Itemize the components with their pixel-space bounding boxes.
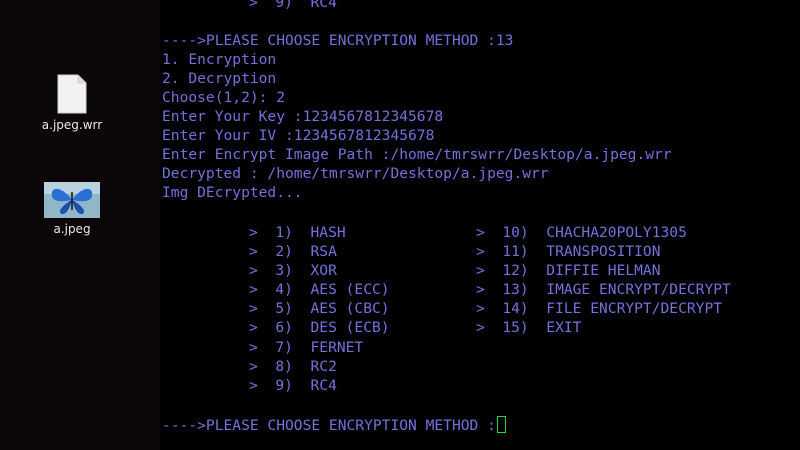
terminal-output-line: Enter Encrypt Image Path :/home/tmrswrr/…: [162, 146, 672, 163]
menu-item-partial: > 9) RC4: [249, 0, 337, 11]
terminal-output-line: 1. Encryption: [162, 51, 277, 68]
terminal-output-line: 2. Decryption: [162, 70, 277, 87]
terminal-output-line: Enter Your Key :1234567812345678: [162, 108, 444, 125]
desktop-icon-label: a.jpeg.wrr: [41, 118, 103, 132]
desktop-file-a-jpeg[interactable]: a.jpeg: [17, 182, 127, 236]
desktop-area: a.jpeg.wrr a.jpeg: [0, 0, 160, 450]
menu-item-right: > 11) TRANSPOSITION: [476, 243, 661, 260]
document-file-icon: [57, 74, 87, 114]
menu-item-left: > 3) XOR: [249, 262, 337, 279]
butterfly-image-thumbnail: [44, 182, 100, 218]
terminal-output-line: Choose(1,2): 2: [162, 89, 286, 106]
menu-item-right: > 10) CHACHA20POLY1305: [476, 224, 687, 241]
desktop-file-a-jpeg-wrr[interactable]: a.jpeg.wrr: [17, 74, 127, 132]
terminal-prompt-text: ---->PLEASE CHOOSE ENCRYPTION METHOD :: [162, 417, 496, 434]
menu-item-left: > 8) RC2: [249, 358, 337, 375]
menu-item-left: > 5) AES (CBC): [249, 300, 390, 317]
menu-item-left: > 2) RSA: [249, 243, 337, 260]
menu-item-left: > 9) RC4: [249, 377, 337, 394]
terminal-output-line: Img DEcrypted...: [162, 184, 303, 201]
menu-item-left: > 6) DES (ECB): [249, 319, 390, 336]
menu-item-right: > 12) DIFFIE HELMAN: [476, 262, 661, 279]
terminal-output-line: Enter Your IV :1234567812345678: [162, 127, 435, 144]
menu-item-right: > 15) EXIT: [476, 319, 582, 336]
menu-item-right: > 14) FILE ENCRYPT/DECRYPT: [476, 300, 723, 317]
menu-item-left: > 4) AES (ECC): [249, 281, 390, 298]
menu-item-left: > 1) HASH: [249, 224, 346, 241]
terminal-prompt-line[interactable]: ---->PLEASE CHOOSE ENCRYPTION METHOD :: [162, 416, 506, 435]
desktop-icon-label: a.jpeg: [53, 222, 91, 236]
terminal-output-line: Decrypted : /home/tmrswrr/Desktop/a.jpeg…: [162, 165, 549, 182]
terminal-output-line: ---->PLEASE CHOOSE ENCRYPTION METHOD :13: [162, 32, 514, 49]
text-cursor[interactable]: [496, 416, 506, 433]
menu-item-left: > 7) FERNET: [249, 339, 364, 356]
menu-item-right: > 13) IMAGE ENCRYPT/DECRYPT: [476, 281, 731, 298]
terminal-window[interactable]: > 9) RC4 ---->PLEASE CHOOSE ENCRYPTION M…: [160, 0, 800, 450]
